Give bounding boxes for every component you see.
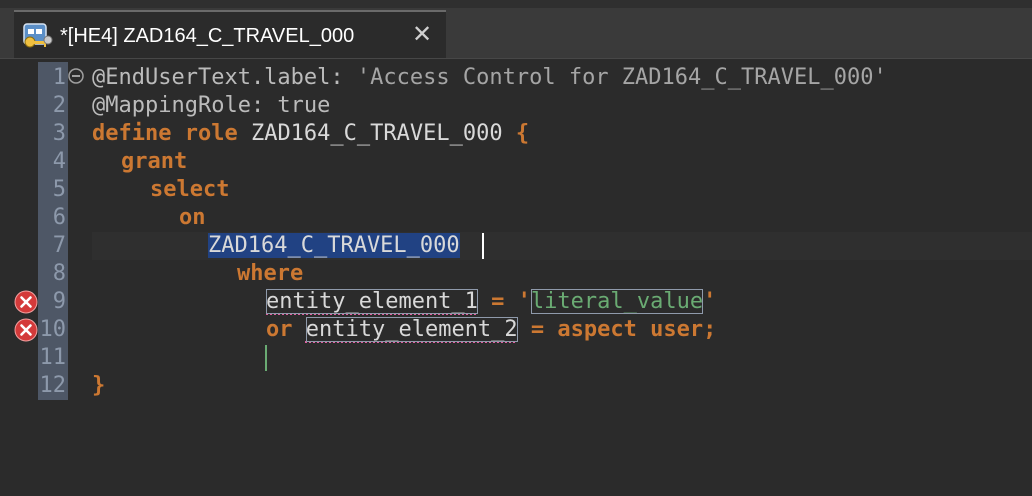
- code-line-5: select: [150, 176, 229, 204]
- tab-title: *[HE4] ZAD164_C_TRAVEL_000: [60, 25, 355, 47]
- keyword-token: or: [266, 317, 306, 342]
- code-line-3: define role ZAD164_C_TRAVEL_000 {: [92, 120, 529, 148]
- code-editor[interactable]: 1 2 3 4 5 6 7 8 9 10 11 12 @EndUserText.…: [0, 62, 1032, 496]
- aspect-user-token: = aspect user;: [517, 317, 717, 342]
- code-line-1: @EndUserText.label: 'Access Control for …: [92, 64, 887, 92]
- line-number: 4: [52, 149, 66, 174]
- access-control-icon: [23, 23, 53, 48]
- selected-identifier[interactable]: ZAD164_C_TRAVEL_000: [208, 233, 460, 258]
- line-number: 6: [52, 205, 66, 230]
- line-number: 1: [52, 65, 66, 90]
- line-number: 10: [39, 317, 67, 342]
- annotation-token: @EndUserText.label:: [92, 65, 357, 90]
- error-icon[interactable]: [14, 318, 38, 342]
- code-line-7: ZAD164_C_TRAVEL_000: [208, 232, 460, 260]
- string-token: 'Access Control for ZAD164_C_TRAVEL_000': [356, 65, 887, 90]
- annotation-ruler[interactable]: [14, 62, 58, 496]
- placeholder-entity-element-2[interactable]: entity_element_2: [305, 317, 518, 342]
- line-number: 11: [39, 345, 67, 370]
- line-number: 7: [52, 233, 66, 258]
- quote-token: ': [517, 289, 531, 314]
- code-line-6: on: [179, 204, 206, 232]
- code-line-9: entity_element_1 = 'literal_value': [266, 288, 716, 316]
- code-line-4: grant: [121, 148, 187, 176]
- brace-token: {: [515, 121, 530, 146]
- identifier-token: ZAD164_C_TRAVEL_000: [237, 121, 516, 146]
- editor-tab-zad164[interactable]: *[HE4] ZAD164_C_TRAVEL_000 ✕: [14, 10, 446, 58]
- placeholder-entity-element-1[interactable]: entity_element_1: [266, 289, 478, 314]
- error-icon[interactable]: [14, 290, 38, 314]
- keyword-token: on: [179, 205, 206, 230]
- keyword-token: where: [237, 261, 304, 286]
- close-icon[interactable]: ✕: [410, 22, 434, 46]
- editor-tab-bar: *[HE4] ZAD164_C_TRAVEL_000 ✕: [0, 0, 1032, 59]
- keyword-token: select: [150, 177, 230, 202]
- editor-left-margin: [0, 62, 14, 496]
- code-area[interactable]: @EndUserText.label: 'Access Control for …: [92, 62, 1032, 496]
- line-number: 3: [52, 121, 66, 146]
- line-number: 8: [52, 261, 66, 286]
- code-line-12: }: [92, 372, 105, 400]
- keyword-token: define role: [92, 121, 238, 146]
- operator-token: =: [477, 289, 518, 314]
- fold-collapse-icon[interactable]: [68, 68, 84, 84]
- quote-token: ': [703, 289, 717, 314]
- line-number-gutter: 1 2 3 4 5 6 7 8 9 10 11 12: [38, 62, 68, 400]
- line-number: 9: [52, 289, 66, 314]
- text-cursor: [482, 233, 484, 259]
- code-line-2: @MappingRole: true: [92, 92, 330, 120]
- keyword-token: grant: [121, 149, 188, 174]
- tab-bar-top-strip: [0, 0, 1032, 8]
- line-number: 12: [39, 373, 67, 398]
- brace-token: }: [92, 373, 106, 398]
- line-number: 5: [52, 177, 66, 202]
- linked-mode-exit-marker: [265, 345, 267, 371]
- placeholder-literal-value[interactable]: literal_value: [530, 289, 704, 314]
- code-line-8: where: [237, 260, 303, 288]
- code-line-10: or entity_element_2 = aspect user;: [266, 316, 716, 344]
- line-number: 2: [52, 93, 66, 118]
- annotation-token: @MappingRole: true: [92, 93, 331, 118]
